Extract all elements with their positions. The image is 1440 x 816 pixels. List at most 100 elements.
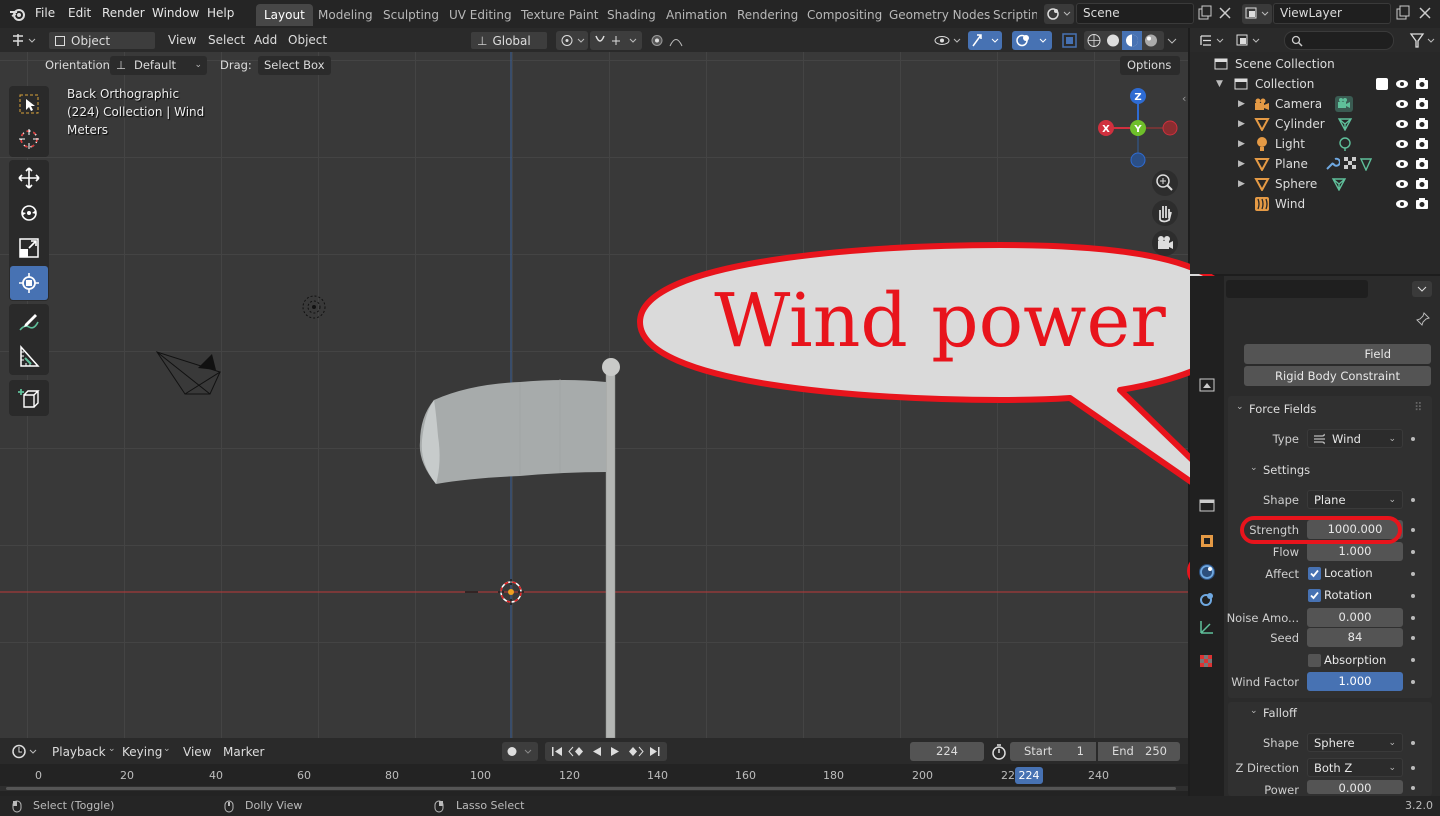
scene-collection-row[interactable]: Scene Collection	[1190, 54, 1440, 74]
scene-name-field[interactable]: Scene	[1076, 3, 1194, 24]
outliner-search-input[interactable]	[1284, 31, 1394, 50]
menu-help[interactable]: Help	[207, 6, 234, 20]
eye-icon[interactable]	[1395, 199, 1409, 209]
rotation-checkbox[interactable]	[1308, 589, 1321, 602]
menu-timeline-view[interactable]: View	[183, 743, 211, 762]
wind-factor-field[interactable]: 1.000	[1307, 672, 1403, 691]
visibility-toggle-icon[interactable]	[932, 31, 964, 50]
editor-type-icon[interactable]	[10, 31, 40, 50]
keyframe-dot-icon[interactable]	[1411, 528, 1415, 532]
keyframe-dot-icon[interactable]	[1411, 550, 1415, 554]
field-button[interactable]: Field	[1244, 344, 1431, 364]
tab-geometry-nodes[interactable]: Geometry Nodes	[881, 4, 998, 26]
outliner-row-plane[interactable]: ▶ Plane	[1190, 154, 1440, 174]
autokey-record-icon[interactable]	[502, 742, 538, 761]
keyframe-dot-icon[interactable]	[1411, 766, 1415, 770]
keyframe-dot-icon[interactable]	[1411, 741, 1415, 745]
location-checkbox[interactable]	[1308, 567, 1321, 580]
keyframe-dot-icon[interactable]	[1411, 680, 1415, 684]
transform-orientation-dropdown[interactable]: ⊥ Global	[470, 31, 548, 50]
tab-compositing[interactable]: Compositing	[799, 4, 890, 26]
collapse-down-icon[interactable]: ⌄	[1250, 463, 1258, 473]
falloff-header[interactable]: Falloff	[1263, 706, 1297, 720]
menu-marker[interactable]: Marker	[223, 743, 264, 762]
pin-icon[interactable]	[1416, 312, 1430, 326]
z-direction-dropdown[interactable]: Both Z ⌄	[1307, 758, 1403, 777]
blender-logo-icon[interactable]	[9, 6, 27, 22]
navigation-gizmo[interactable]: Z X Y	[1094, 84, 1180, 170]
outliner-editor-icon[interactable]	[1198, 31, 1228, 50]
keyframe-dot-icon[interactable]	[1411, 636, 1415, 640]
type-dropdown[interactable]: Wind ⌄	[1307, 429, 1403, 448]
view-layer-selector-icon[interactable]	[1242, 4, 1272, 24]
eye-icon[interactable]	[1395, 179, 1409, 189]
eye-icon[interactable]	[1395, 79, 1409, 89]
camera-render-icon[interactable]	[1415, 137, 1429, 150]
camera-render-icon[interactable]	[1415, 177, 1429, 190]
delete-scene-icon[interactable]	[1218, 5, 1232, 21]
keyframe-dot-icon[interactable]	[1411, 616, 1415, 620]
force-fields-header[interactable]: Force Fields	[1249, 402, 1316, 416]
menu-select[interactable]: Select	[208, 31, 245, 50]
scrollbar-thumb[interactable]	[6, 787, 1176, 790]
collection-row[interactable]: ▼ Collection	[1190, 74, 1440, 94]
tab-layout[interactable]: Layout	[256, 4, 313, 26]
timeline-area[interactable]: 0 20 40 60 80 100 120 140 160 180 200 22…	[0, 764, 1188, 796]
rotate-tool-icon[interactable]	[10, 196, 48, 230]
keyframe-dot-icon[interactable]	[1411, 658, 1415, 662]
gizmo-toggle-icon[interactable]	[968, 31, 1002, 50]
filter-icon[interactable]	[1408, 31, 1438, 50]
tab-texture-icon[interactable]	[1198, 653, 1216, 671]
menu-render[interactable]: Render	[102, 6, 145, 20]
sidebar-toggle-icon[interactable]: ‹	[1182, 92, 1186, 105]
eye-icon[interactable]	[1395, 139, 1409, 149]
tab-object-data-icon[interactable]	[1198, 618, 1216, 636]
pan-hand-icon[interactable]	[1152, 200, 1178, 226]
camera-render-icon[interactable]	[1415, 197, 1429, 210]
tab-scripting[interactable]: Scripting	[985, 4, 1037, 26]
overlays-toggle-icon[interactable]	[1012, 31, 1052, 50]
annotate-tool-icon[interactable]	[10, 305, 48, 339]
tab-texture-paint[interactable]: Texture Paint	[513, 4, 606, 26]
drag-dropdown[interactable]: Select Box	[258, 56, 331, 75]
delete-view-layer-icon[interactable]	[1418, 5, 1432, 21]
view-layer-name-field[interactable]: ViewLayer	[1273, 3, 1391, 24]
current-frame-field[interactable]: 224	[910, 742, 984, 761]
outliner-row-camera[interactable]: ▶ Camera	[1190, 94, 1440, 114]
eye-icon[interactable]	[1395, 99, 1409, 109]
noise-amount-field[interactable]: 0.000	[1307, 608, 1403, 627]
camera-render-icon[interactable]	[1415, 77, 1429, 90]
menu-keying[interactable]: Keying	[122, 743, 162, 762]
tab-object-icon[interactable]	[1198, 532, 1216, 550]
menu-add[interactable]: Add	[254, 31, 277, 50]
orientation-dropdown[interactable]: Default ⊥ ⌄	[110, 56, 207, 75]
outliner-row-sphere[interactable]: ▶ Sphere	[1190, 174, 1440, 194]
outliner-row-light[interactable]: ▶ Light	[1190, 134, 1440, 154]
falloff-shape-dropdown[interactable]: Sphere ⌄	[1307, 733, 1403, 752]
menu-view[interactable]: View	[168, 31, 196, 50]
timeline-editor-icon[interactable]	[10, 742, 40, 761]
start-frame-field[interactable]: Start 1	[1010, 742, 1096, 761]
shape-dropdown[interactable]: Plane ⌄	[1307, 490, 1403, 509]
playhead[interactable]: 224	[1015, 767, 1043, 784]
cursor-tool-icon[interactable]	[10, 122, 48, 156]
flow-field[interactable]: 1.000	[1307, 542, 1403, 561]
settings-header[interactable]: Settings	[1263, 463, 1310, 477]
properties-search-input[interactable]	[1226, 280, 1368, 298]
zoom-icon[interactable]	[1152, 170, 1178, 196]
keyframe-dot-icon[interactable]	[1411, 498, 1415, 502]
add-cube-tool-icon[interactable]	[10, 381, 48, 415]
tab-sculpting[interactable]: Sculpting	[375, 4, 447, 26]
outliner-row-cylinder[interactable]: ▶ Cylinder	[1190, 114, 1440, 134]
tab-modeling[interactable]: Modeling	[310, 4, 381, 26]
options-dropdown[interactable]: Options	[1120, 56, 1180, 75]
new-scene-icon[interactable]	[1197, 5, 1213, 21]
menu-window[interactable]: Window	[152, 6, 199, 20]
collapse-down-icon[interactable]: ⌄	[1250, 706, 1258, 716]
tab-shading[interactable]: Shading	[599, 4, 664, 26]
tab-collection-icon[interactable]	[1198, 496, 1216, 514]
drag-handle-icon[interactable]: ⠿	[1414, 400, 1422, 414]
collapse-down-icon[interactable]: ⌄	[1236, 402, 1244, 412]
move-tool-icon[interactable]	[10, 161, 48, 195]
shading-options-chevron-icon[interactable]	[1166, 36, 1178, 46]
